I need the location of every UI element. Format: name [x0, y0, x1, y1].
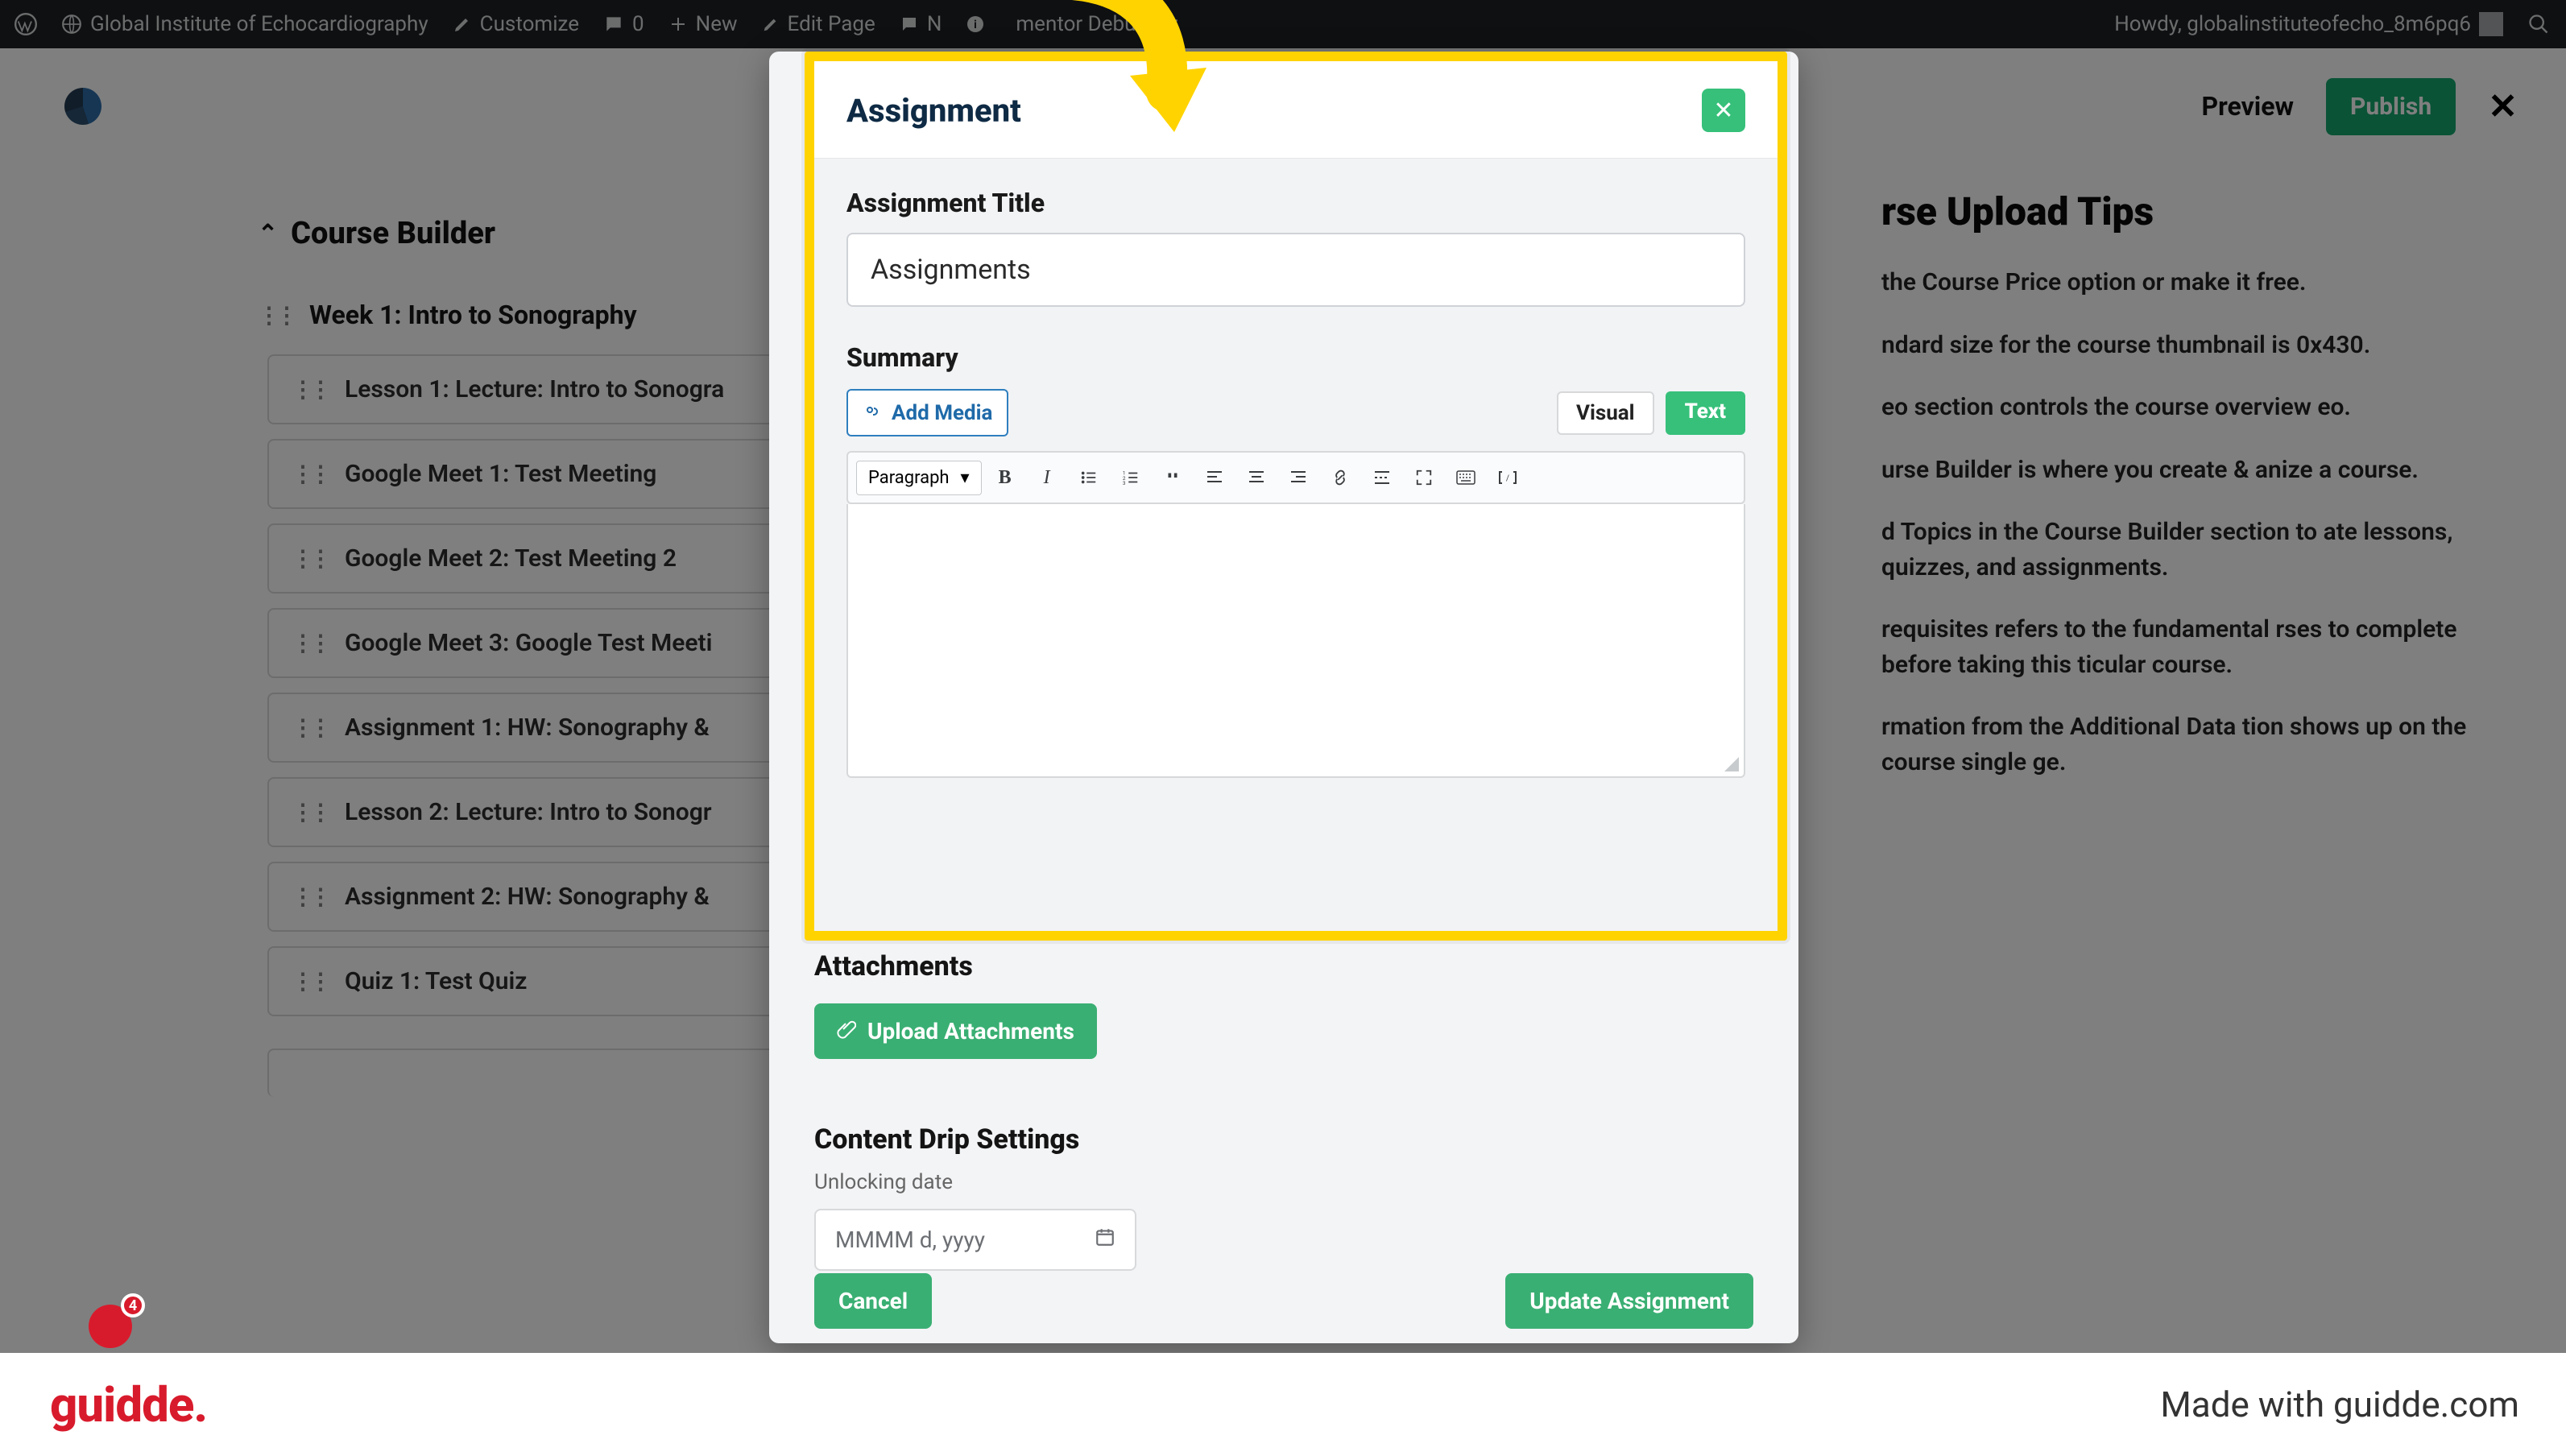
modal-title: Assignment	[846, 92, 1021, 130]
format-select[interactable]: Paragraph ▾	[856, 461, 982, 495]
modal-close-button[interactable]: ✕	[1702, 89, 1745, 132]
italic-button[interactable]: I	[1028, 459, 1066, 496]
attachments-heading: Attachments	[814, 950, 1753, 982]
tab-visual[interactable]: Visual	[1557, 391, 1654, 435]
tab-text[interactable]: Text	[1666, 391, 1745, 435]
bullet-list-button[interactable]	[1070, 459, 1107, 496]
format-select-label: Paragraph	[868, 468, 950, 488]
align-left-button[interactable]	[1196, 459, 1233, 496]
guidde-footer: guidde. Made with guidde.com	[0, 1353, 2566, 1456]
assignment-title-input[interactable]	[846, 233, 1745, 307]
align-right-button[interactable]	[1280, 459, 1317, 496]
caret-down-icon: ▾	[961, 468, 970, 488]
shortcode-button[interactable]: /	[1489, 459, 1526, 496]
read-more-button[interactable]	[1364, 459, 1401, 496]
keyboard-button[interactable]	[1447, 459, 1484, 496]
editor-toolbar: Paragraph ▾ B I 123 /	[846, 451, 1745, 504]
guidde-attribution: Made with guidde.com	[2160, 1384, 2519, 1425]
notification-badge[interactable]: 4	[89, 1293, 145, 1350]
summary-editor[interactable]	[846, 504, 1745, 778]
upload-attachments-button[interactable]: Upload Attachments	[814, 1003, 1097, 1059]
assignment-modal-highlight: Assignment ✕ Assignment Title Summary Ad…	[805, 52, 1787, 941]
cancel-button[interactable]: Cancel	[814, 1273, 932, 1329]
align-center-button[interactable]	[1238, 459, 1275, 496]
svg-text:/: /	[1506, 474, 1509, 483]
add-media-label: Add Media	[892, 401, 992, 425]
paperclip-icon	[837, 1018, 856, 1044]
fullscreen-button[interactable]	[1405, 459, 1442, 496]
assignment-title-label: Assignment Title	[846, 188, 1745, 218]
calendar-icon	[1095, 1226, 1115, 1253]
modal-header: Assignment ✕	[814, 61, 1778, 159]
svg-text:3: 3	[1123, 480, 1126, 486]
update-assignment-button[interactable]: Update Assignment	[1505, 1273, 1753, 1329]
add-media-button[interactable]: Add Media	[846, 389, 1008, 436]
bold-button[interactable]: B	[987, 459, 1024, 496]
media-icon	[863, 400, 882, 425]
badge-count: 4	[121, 1293, 145, 1317]
numbered-list-button[interactable]: 123	[1112, 459, 1149, 496]
upload-attachments-label: Upload Attachments	[867, 1018, 1074, 1044]
guidde-logo: guidde.	[50, 1376, 207, 1433]
blockquote-button[interactable]	[1154, 459, 1191, 496]
summary-label: Summary	[846, 342, 1745, 373]
resize-handle-icon[interactable]	[1724, 757, 1739, 771]
content-drip-heading: Content Drip Settings	[814, 1123, 1753, 1156]
unlocking-date-label: Unlocking date	[814, 1170, 1753, 1194]
link-button[interactable]	[1322, 459, 1359, 496]
date-placeholder: MMMM d, yyyy	[835, 1226, 985, 1253]
